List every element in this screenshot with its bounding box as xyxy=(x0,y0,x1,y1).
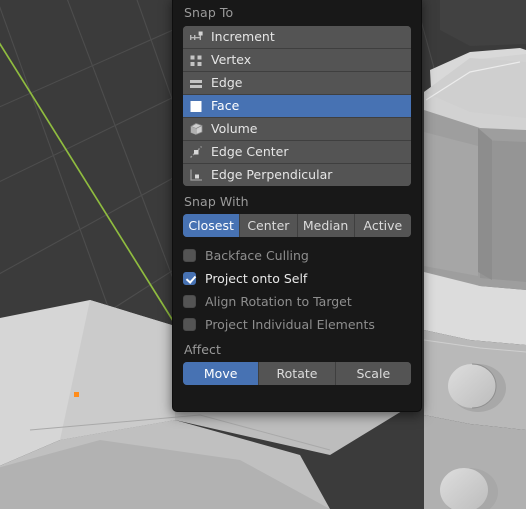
snap-to-item-label: Edge Perpendicular xyxy=(211,167,333,182)
affect-label: Affect xyxy=(184,342,221,357)
snap-to-item-vertex[interactable]: Vertex xyxy=(183,49,411,72)
affect-option-rotate[interactable]: Rotate xyxy=(259,362,336,385)
snap-vertex-icon xyxy=(183,49,209,71)
snap-to-item-label: Edge Center xyxy=(211,144,289,159)
snap-with-segmented-control: Closest Center Median Active xyxy=(183,214,411,237)
snap-edge-perpendicular-icon xyxy=(183,164,209,186)
snap-to-item-volume[interactable]: Volume xyxy=(183,118,411,141)
toggle-label: Backface Culling xyxy=(205,248,309,263)
mesh-window-glass xyxy=(424,132,478,276)
snap-to-item-edge-perpendicular[interactable]: Edge Perpendicular xyxy=(183,164,411,186)
snap-edge-icon xyxy=(183,72,209,94)
toggle-align-rotation-to-target[interactable]: Align Rotation to Target xyxy=(183,290,421,313)
snap-to-item-increment[interactable]: Increment xyxy=(183,26,411,49)
snap-popover-panel: Snap To Increment Vertex Edge Face Volum… xyxy=(172,0,422,412)
snap-to-item-label: Increment xyxy=(211,29,275,44)
snap-with-option-center[interactable]: Center xyxy=(240,214,298,237)
affect-option-move[interactable]: Move xyxy=(183,362,260,385)
checkbox-icon[interactable] xyxy=(183,318,196,331)
snap-to-item-edge[interactable]: Edge xyxy=(183,72,411,95)
checkbox-checked-icon[interactable] xyxy=(183,272,196,285)
toggle-project-onto-self[interactable]: Project onto Self xyxy=(183,267,421,290)
snap-with-option-active[interactable]: Active xyxy=(354,214,411,237)
snap-to-list: Increment Vertex Edge Face Volume Edge C… xyxy=(183,26,411,186)
snap-with-label: Snap With xyxy=(184,194,249,209)
blender-window: Snap To Increment Vertex Edge Face Volum… xyxy=(0,0,526,509)
snap-to-item-edge-center[interactable]: Edge Center xyxy=(183,141,411,164)
affect-option-scale[interactable]: Scale xyxy=(335,362,411,385)
snap-edge-center-icon xyxy=(183,141,209,163)
snap-to-item-label: Edge xyxy=(211,75,243,90)
checkbox-icon[interactable] xyxy=(183,295,196,308)
snap-with-option-closest[interactable]: Closest xyxy=(183,214,241,237)
snap-volume-icon xyxy=(183,118,209,140)
snap-to-item-label: Face xyxy=(211,98,240,113)
toggle-project-individual-elements[interactable]: Project Individual Elements xyxy=(183,313,421,336)
snap-to-label: Snap To xyxy=(184,5,234,20)
snap-to-item-label: Vertex xyxy=(211,52,252,67)
affect-segmented-control: Move Rotate Scale xyxy=(183,362,411,385)
toggle-label: Project Individual Elements xyxy=(205,317,375,332)
toggle-backface-culling[interactable]: Backface Culling xyxy=(183,244,421,267)
snap-to-item-face[interactable]: Face xyxy=(183,95,411,118)
toggle-label: Project onto Self xyxy=(205,271,308,286)
checkbox-icon[interactable] xyxy=(183,249,196,262)
snap-to-item-label: Volume xyxy=(211,121,258,136)
selected-vertex xyxy=(74,392,79,397)
snap-face-icon xyxy=(183,95,209,117)
mesh-window-divider xyxy=(478,128,492,280)
snap-with-option-median[interactable]: Median xyxy=(297,214,355,237)
snap-increment-icon xyxy=(183,26,209,48)
toggle-label: Align Rotation to Target xyxy=(205,294,352,309)
